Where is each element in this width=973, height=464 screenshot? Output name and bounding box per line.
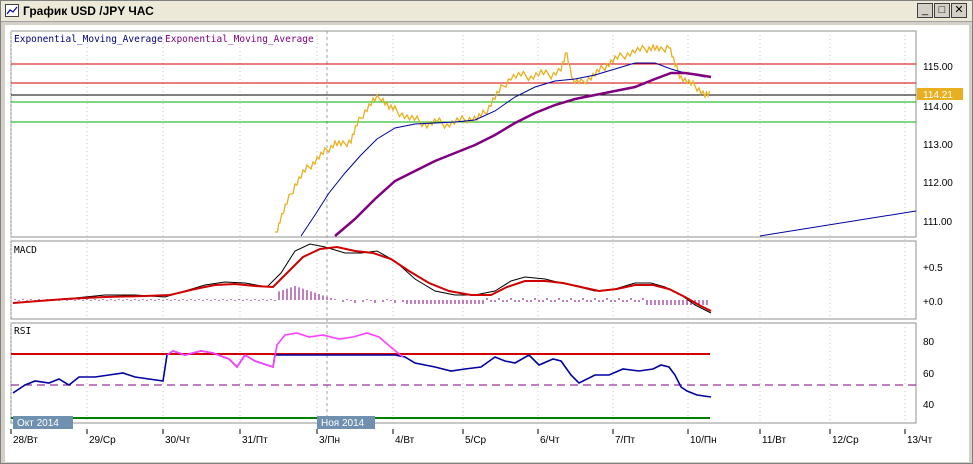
month-marker-nov: Ноя 2014 [321, 418, 365, 429]
close-button[interactable]: ✕ [951, 3, 967, 18]
time-axis-label: 28/Вт [13, 435, 38, 446]
price-axis-label: 114.00 [923, 102, 953, 113]
price-axis-label: 113.00 [923, 140, 953, 151]
price-panel[interactable] [10, 30, 917, 238]
price-axis-label: 115.00 [923, 62, 953, 73]
macd-axis-label: +0.0 [923, 297, 943, 308]
chart-area[interactable]: Exponential_Moving_Average Exponential_M… [5, 25, 969, 462]
time-axis-label: 12/Ср [832, 435, 859, 446]
time-axis-label: 10/Пн [690, 435, 717, 446]
rsi-axis-label: 80 [923, 337, 935, 348]
rsi-axis-label: 60 [923, 369, 935, 380]
legend-ema-a: Exponential_Moving_Average [14, 34, 163, 45]
chart-canvas[interactable]: Exponential_Moving_Average Exponential_M… [5, 25, 969, 462]
time-axis-label: 4/Вт [395, 435, 415, 446]
chart-window: График USD /JPY ЧАС _ □ ✕ Exponential_Mo… [0, 0, 973, 464]
title-bar[interactable]: График USD /JPY ЧАС _ □ ✕ [1, 1, 972, 22]
time-axis-label: 29/Ср [89, 435, 116, 446]
time-axis-label: 30/Чт [165, 435, 191, 446]
rsi-label: RSI [14, 326, 31, 337]
time-axis-label: 6/Чт [540, 435, 560, 446]
maximize-button[interactable]: □ [934, 3, 950, 18]
time-axis-label: 3/Пн [319, 435, 340, 446]
macd-label: MACD [14, 245, 37, 256]
chart-icon [5, 4, 19, 17]
legend-ema-b: Exponential_Moving_Average [165, 34, 314, 45]
minimize-button[interactable]: _ [917, 3, 933, 18]
time-axis-label: 5/Ср [465, 435, 487, 446]
month-marker-oct: Окт 2014 [17, 418, 59, 429]
rsi-axis-label: 40 [923, 400, 935, 411]
window-title: График USD /JPY ЧАС [23, 4, 154, 18]
time-axis-label: 31/Пт [242, 435, 268, 446]
time-axis-label: 11/Вт [762, 435, 786, 446]
price-axis-label: 112.00 [923, 178, 953, 189]
macd-axis-label: +0.5 [923, 263, 943, 274]
last-price-value: 114.21 [923, 90, 953, 101]
time-axis: 28/Вт 29/Ср 30/Чт 31/Пт 3/Пн 4/Вт 5/Ср 6/Чт 7/Пт… [10, 429, 933, 446]
time-axis-label: 7/Пт [615, 435, 636, 446]
price-axis-label: 111.00 [923, 217, 953, 228]
price-axis: 115.00 114.00 113.00 112.00 111.00 [923, 62, 953, 228]
time-axis-label: 13/Чт [907, 435, 933, 446]
